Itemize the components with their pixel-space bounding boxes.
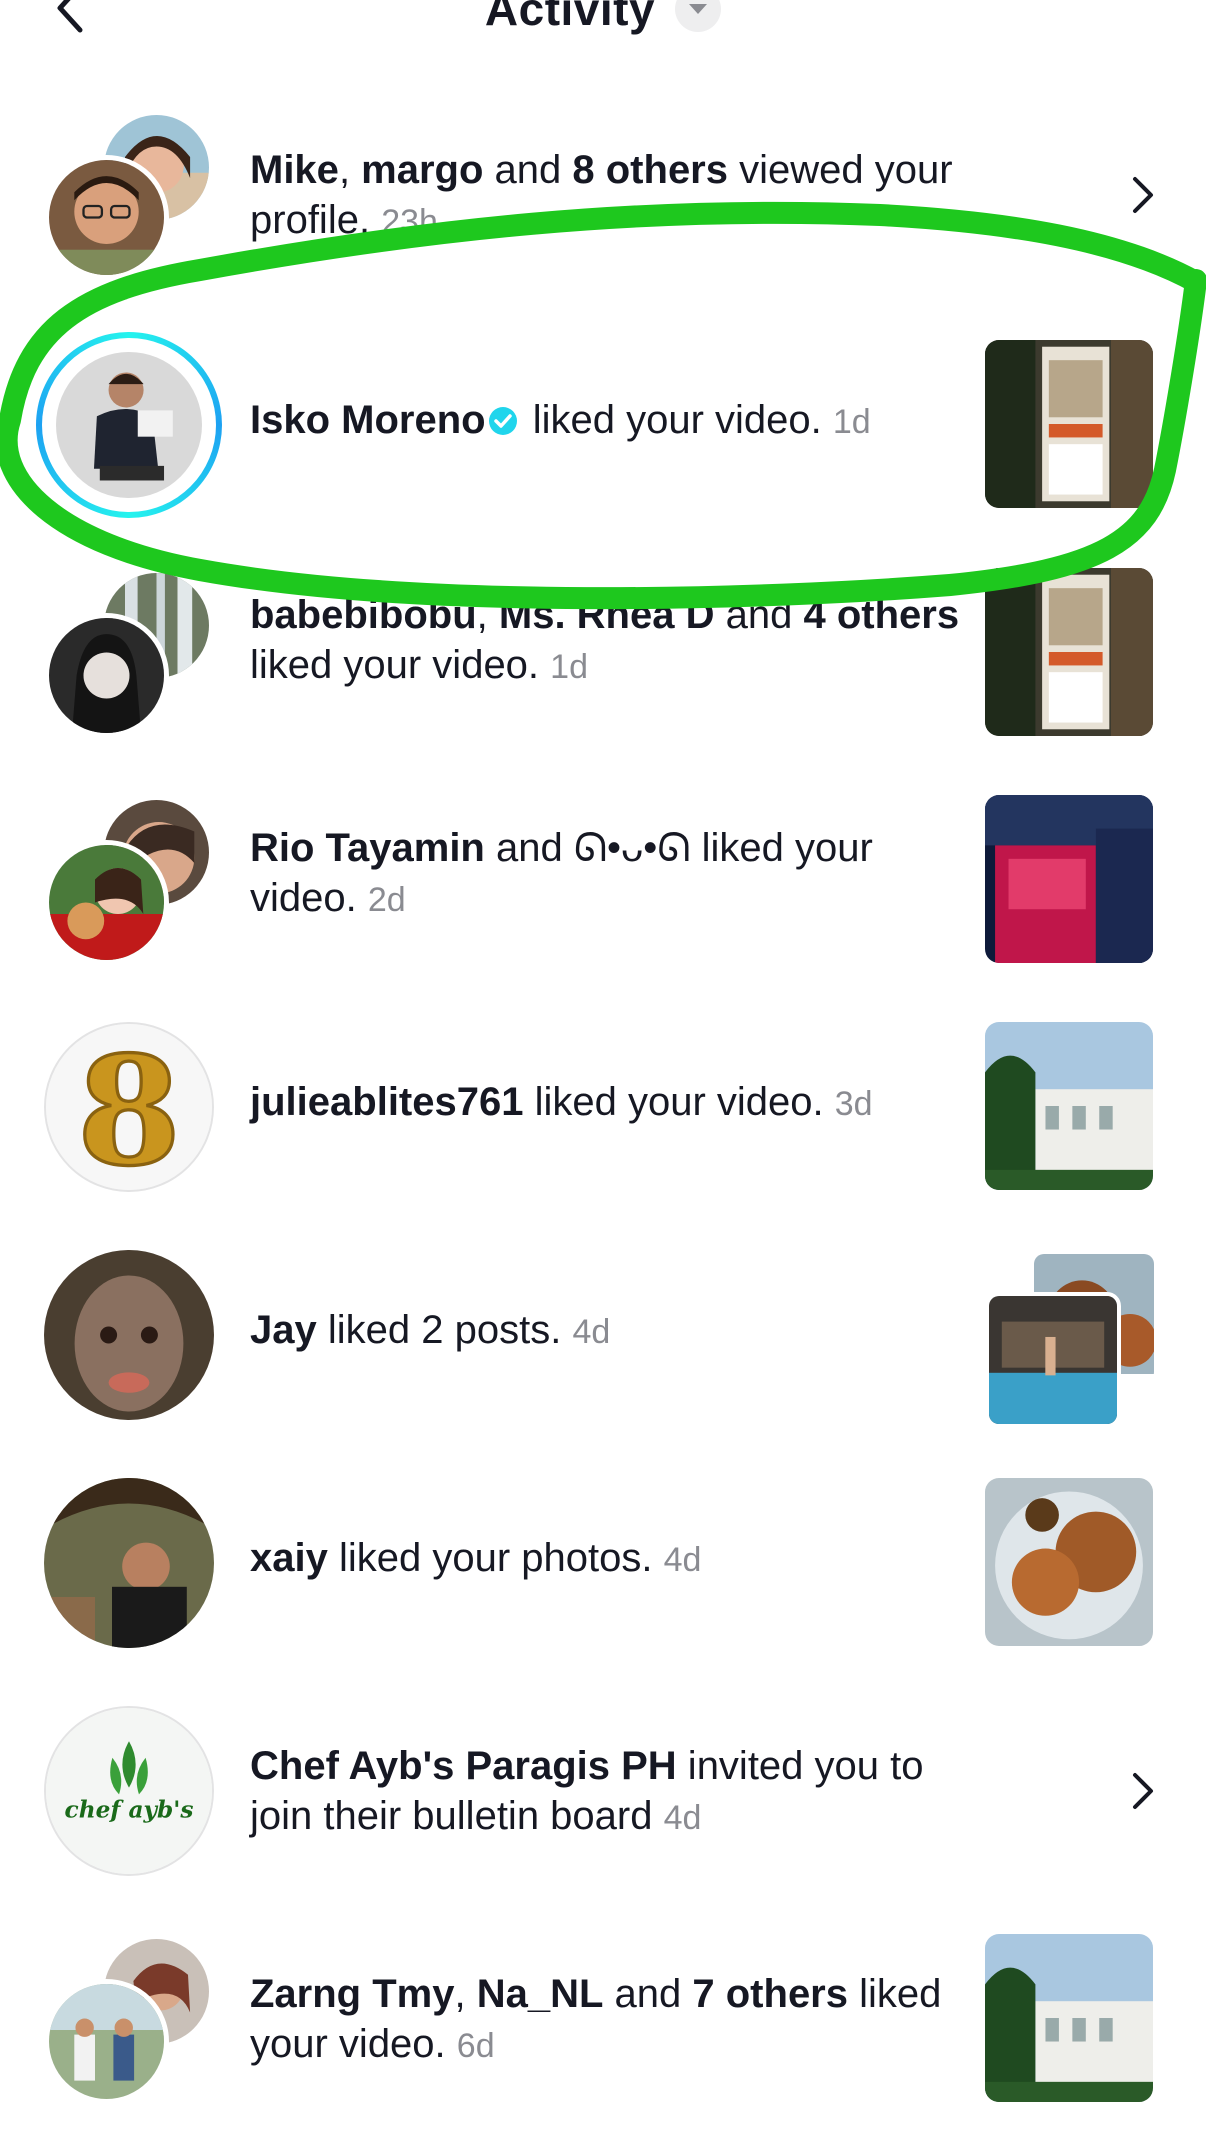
avatar-with-story-ring[interactable] (36, 332, 222, 518)
avatar (44, 1250, 214, 1420)
avatar[interactable]: chef ayb's (44, 1706, 219, 1881)
avatar-group[interactable] (44, 1934, 219, 2109)
avatar (44, 1979, 169, 2104)
avatar-group[interactable] (44, 568, 219, 743)
text-segment: , (454, 1972, 477, 2016)
avatar (44, 840, 169, 965)
others-count[interactable]: 8 others (572, 148, 728, 192)
timestamp: 1d (832, 403, 871, 441)
notification-text: babebibobu, Ms. Rhea D and 4 others like… (250, 590, 970, 692)
notification-text: Zarng Tmy, Na_NL and 7 others liked your… (250, 1969, 970, 2071)
text-segment: , (338, 148, 362, 192)
avatar (44, 155, 169, 280)
avatar (56, 352, 202, 498)
timestamp: 23h (381, 203, 438, 241)
notification-row[interactable]: babebibobu, Ms. Rhea D and 4 others like… (0, 568, 1206, 738)
timestamp: 1d (550, 648, 588, 686)
text-segment: liked your video. (521, 398, 822, 442)
notification-text: Isko Moreno liked your video. 1d (250, 395, 970, 447)
text-segment: and (603, 1972, 693, 2016)
notification-row[interactable]: 8 julieablites761 liked your video. 3d (0, 1022, 1206, 1192)
text-segment: and (714, 593, 804, 637)
notification-row[interactable]: Rio Tayamin and ᘏ•ᴗ•ᘏ liked your video. … (0, 795, 1206, 965)
notification-text: Mike, margo and 8 others viewed your pro… (250, 145, 970, 247)
photo-thumbnail[interactable] (985, 1478, 1153, 1646)
verified-badge-icon (488, 407, 517, 435)
avatar-group[interactable] (44, 795, 219, 970)
text-segment: liked 2 posts. (316, 1308, 562, 1352)
dropdown-caret-icon (675, 0, 722, 32)
chevron-right-icon[interactable] (1125, 1769, 1161, 1813)
post-thumbnail (985, 1292, 1121, 1428)
username[interactable]: Jay (250, 1308, 317, 1352)
username[interactable]: xaiy (250, 1536, 328, 1580)
notification-text: xaiy liked your photos. 4d (250, 1533, 970, 1585)
timestamp: 4d (572, 1313, 611, 1351)
username[interactable]: ᘏ•ᴗ•ᘏ (574, 826, 691, 870)
text-segment: liked your video. (523, 1080, 824, 1124)
others-count[interactable]: 7 others (692, 1972, 848, 2016)
avatar-group[interactable] (44, 110, 219, 285)
avatar-digit: 8 (77, 1024, 181, 1190)
notification-row[interactable]: Jay liked 2 posts. 4d (0, 1250, 1206, 1428)
video-thumbnail[interactable] (985, 568, 1153, 736)
title-dropdown[interactable]: Activity (0, 0, 1206, 36)
username[interactable]: julieablites761 (250, 1080, 523, 1124)
avatar[interactable] (44, 1250, 219, 1425)
timestamp: 3d (834, 1085, 873, 1123)
timestamp: 2d (367, 881, 406, 919)
username[interactable]: Isko Moreno (250, 398, 486, 442)
notification-row[interactable]: Zarng Tmy, Na_NL and 7 others liked your… (0, 1934, 1206, 2104)
page-title: Activity (484, 0, 656, 35)
text-segment: liked your video. (250, 643, 540, 687)
username[interactable]: Chef Ayb's Paragis PH (250, 1744, 677, 1788)
notification-text: Chef Ayb's Paragis PH invited you to joi… (250, 1741, 970, 1843)
username[interactable]: Rio Tayamin (250, 826, 485, 870)
text-segment: and (484, 826, 574, 870)
avatar: chef ayb's (44, 1706, 214, 1876)
notification-row[interactable]: xaiy liked your photos. 4d (0, 1478, 1206, 1648)
video-thumbnail[interactable] (985, 795, 1153, 963)
notification-text: julieablites761 liked your video. 3d (250, 1077, 970, 1129)
timestamp: 4d (663, 1541, 702, 1579)
video-thumbnail[interactable] (985, 340, 1153, 508)
username[interactable]: Ms. Rhea D (499, 593, 715, 637)
timestamp: 4d (663, 1799, 702, 1837)
username[interactable]: Mike (250, 148, 339, 192)
text-segment: liked your photos. (327, 1536, 653, 1580)
text-segment: and (483, 148, 573, 192)
notification-row[interactable]: Mike, margo and 8 others viewed your pro… (0, 110, 1206, 280)
avatar (44, 613, 169, 738)
avatar: 8 (44, 1022, 214, 1192)
post-thumbnail-stack[interactable] (985, 1250, 1158, 1428)
avatar (44, 1478, 214, 1648)
notification-text: Rio Tayamin and ᘏ•ᴗ•ᘏ liked your video. … (250, 823, 970, 925)
username[interactable]: Zarng Tmy (250, 1972, 454, 2016)
chevron-right-icon[interactable] (1125, 173, 1161, 217)
timestamp: 6d (456, 2027, 495, 2065)
notification-row[interactable]: chef ayb's Chef Ayb's Paragis PH invited… (0, 1706, 1206, 1876)
notification-text: Jay liked 2 posts. 4d (250, 1305, 970, 1357)
text-segment: , (476, 593, 499, 637)
header: Activity (0, 0, 1206, 60)
avatar[interactable] (44, 1478, 219, 1653)
username[interactable]: margo (361, 148, 483, 192)
notification-row[interactable]: Isko Moreno liked your video. 1d (0, 332, 1206, 518)
video-thumbnail[interactable] (985, 1022, 1153, 1190)
others-count[interactable]: 4 others (803, 593, 959, 637)
video-thumbnail[interactable] (985, 1934, 1153, 2102)
username[interactable]: Na_NL (477, 1972, 604, 2016)
avatar[interactable]: 8 (44, 1022, 219, 1197)
logo-text: chef ayb's (65, 1797, 194, 1824)
username[interactable]: babebibobu (250, 593, 477, 637)
